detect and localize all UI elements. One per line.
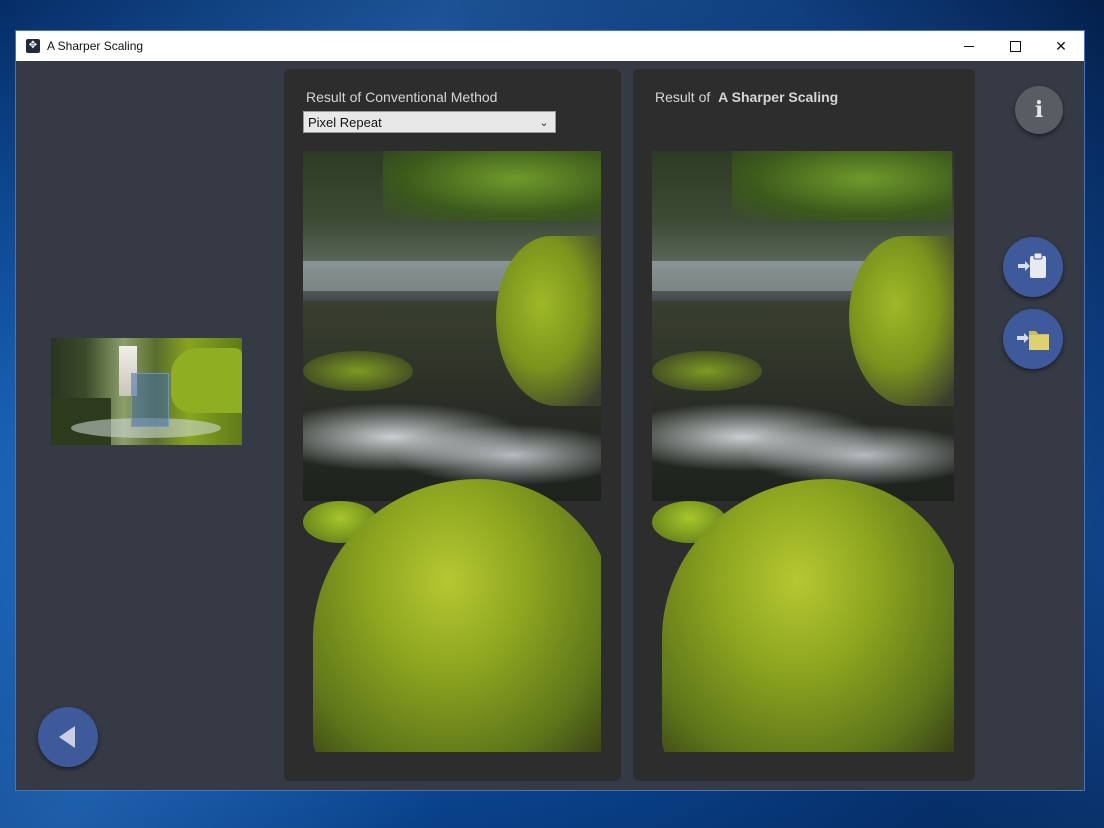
zoom-selection-box[interactable]: [131, 373, 169, 427]
close-icon: ✕: [1055, 37, 1067, 54]
back-arrow-icon: [59, 726, 75, 748]
main-content: Result of Conventional Method Pixel Repe…: [16, 61, 1084, 792]
conventional-result-panel: Result of Conventional Method Pixel Repe…: [284, 69, 621, 781]
minimize-button[interactable]: [946, 31, 992, 61]
window-title: A Sharper Scaling: [47, 39, 144, 53]
scaling-method-select[interactable]: Pixel Repeat ⌄: [303, 111, 556, 133]
sharper-panel-title: Result of A Sharper Scaling: [655, 89, 838, 105]
info-icon: i: [1034, 97, 1044, 123]
open-file-button[interactable]: [1003, 309, 1063, 369]
paste-from-clipboard-button[interactable]: [1003, 237, 1063, 297]
open-folder-icon: [1017, 331, 1049, 350]
app-window: ✥ A Sharper Scaling ✕ Result of Conventi…: [15, 30, 1085, 791]
window-controls: ✕: [946, 31, 1084, 61]
source-thumbnail[interactable]: [51, 338, 242, 445]
conventional-panel-title: Result of Conventional Method: [306, 89, 498, 105]
chevron-down-icon: ⌄: [539, 116, 549, 129]
sharper-result-panel: Result of A Sharper Scaling: [633, 69, 975, 781]
maximize-icon: [1009, 40, 1021, 52]
scaling-method-value: Pixel Repeat: [308, 114, 382, 130]
conventional-result-image: [303, 151, 601, 752]
app-logo-icon: ✥: [26, 39, 40, 53]
thumbnail-image-region: [171, 348, 242, 413]
title-bar[interactable]: ✥ A Sharper Scaling ✕: [16, 31, 1084, 61]
sharper-panel-title-brand: A Sharper Scaling: [718, 89, 839, 105]
sharper-panel-title-prefix: Result of: [655, 89, 711, 105]
close-button[interactable]: ✕: [1038, 31, 1084, 61]
paste-clipboard-icon: [1018, 252, 1046, 278]
minimize-icon: [964, 45, 974, 47]
sharper-result-image: [652, 151, 954, 752]
info-button[interactable]: i: [1015, 86, 1063, 134]
maximize-button[interactable]: [992, 31, 1038, 61]
back-button[interactable]: [38, 707, 98, 767]
